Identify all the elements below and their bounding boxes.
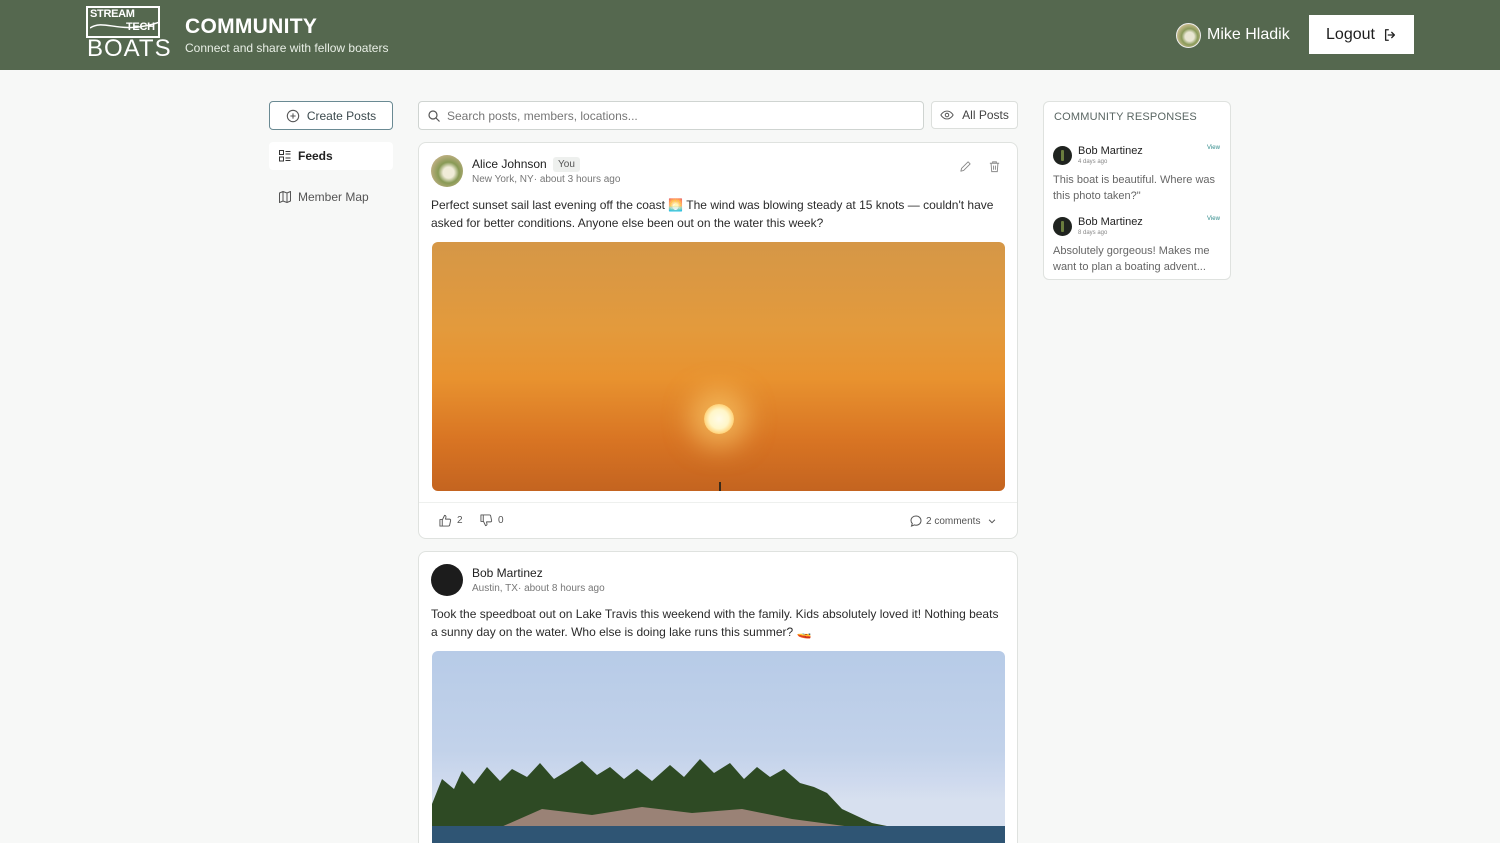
response-time: 4 days ago xyxy=(1078,159,1108,165)
page-title: COMMUNITY xyxy=(185,15,318,38)
top-header: STREAM TECH BOATS COMMUNITY Connect and … xyxy=(0,0,1500,70)
response-text: This boat is beautiful. Where was this p… xyxy=(1053,174,1216,202)
dislike-button[interactable]: 0 xyxy=(480,514,504,527)
sidebar-item-label: Member Map xyxy=(298,190,369,204)
author-avatar[interactable] xyxy=(431,155,463,187)
response-avatar xyxy=(1053,217,1072,236)
response-text: Absolutely gorgeous! Makes me want to pl… xyxy=(1053,245,1210,273)
post-image-lake[interactable] xyxy=(432,651,1005,843)
view-link[interactable]: View xyxy=(1207,145,1220,151)
user-avatar[interactable] xyxy=(1176,23,1201,48)
lake-water xyxy=(432,826,1005,843)
post-time: about 8 hours ago xyxy=(524,583,605,594)
sun-glow xyxy=(704,404,734,434)
all-posts-filter[interactable]: All Posts xyxy=(931,101,1018,129)
search-icon xyxy=(428,109,440,122)
response-author: Bob Martinez xyxy=(1078,216,1143,228)
list-icon xyxy=(279,150,291,162)
author-name[interactable]: Alice Johnson xyxy=(472,157,547,171)
create-posts-label: Create Posts xyxy=(306,108,377,123)
view-link[interactable]: View xyxy=(1207,216,1220,222)
thumbs-down-icon xyxy=(480,514,493,527)
logo-text-tech: TECH xyxy=(126,21,155,33)
comments-toggle[interactable]: 2 comments xyxy=(910,515,997,527)
eye-icon xyxy=(940,110,954,120)
logo-text-stream: STREAM xyxy=(90,8,135,20)
you-badge: You xyxy=(553,157,580,172)
sidebar-item-feeds[interactable]: Feeds xyxy=(269,142,393,170)
streamtech-boats-logo[interactable]: STREAM TECH BOATS xyxy=(86,6,171,61)
post-text: Perfect sunset sail last evening off the… xyxy=(431,198,994,230)
response-avatar xyxy=(1053,146,1072,165)
edit-icon[interactable] xyxy=(959,160,972,173)
post-image-sunset[interactable] xyxy=(432,242,1005,491)
like-button[interactable]: 2 xyxy=(439,514,463,527)
logo-text-boats: BOATS xyxy=(87,35,172,62)
post-location: Austin, TX xyxy=(472,583,518,594)
responses-title: COMMUNITY RESPONSES xyxy=(1054,111,1197,123)
sailboat-silhouette xyxy=(719,482,721,491)
logout-button[interactable]: Logout xyxy=(1309,15,1414,54)
all-posts-label: All Posts xyxy=(962,108,1009,122)
trash-icon[interactable] xyxy=(988,160,1001,173)
search-bar xyxy=(418,101,924,130)
chevron-down-icon xyxy=(989,519,996,524)
post-location: New York, NY xyxy=(472,174,534,185)
author-avatar[interactable] xyxy=(431,564,463,596)
post-meta: Austin, TX· about 8 hours ago xyxy=(472,583,605,594)
logout-icon xyxy=(1384,28,1395,41)
sidebar-item-member-map[interactable]: Member Map xyxy=(269,183,393,211)
post-time: about 3 hours ago xyxy=(539,174,621,185)
sidebar-item-label: Feeds xyxy=(298,149,333,163)
post-text: Took the speedboat out on Lake Travis th… xyxy=(431,607,999,639)
search-input[interactable] xyxy=(447,108,897,123)
page-subtitle: Connect and share with fellow boaters xyxy=(185,41,389,55)
plus-circle-icon xyxy=(286,109,300,122)
community-responses-panel: COMMUNITY RESPONSES Bob Martinez 4 days … xyxy=(1043,101,1231,280)
like-count: 2 xyxy=(457,515,463,526)
create-posts-button[interactable]: Create Posts xyxy=(269,101,393,130)
comment-icon xyxy=(910,515,922,527)
response-time: 8 days ago xyxy=(1078,230,1108,236)
user-name[interactable]: Mike Hladik xyxy=(1207,26,1290,44)
dislike-count: 0 xyxy=(498,515,504,526)
comments-count: 2 comments xyxy=(926,515,981,527)
post-card: Alice Johnson You New York, NY· about 3 … xyxy=(418,142,1018,539)
thumbs-up-icon xyxy=(439,514,452,527)
post-actions: 2 0 2 comments xyxy=(419,502,1017,538)
author-name[interactable]: Bob Martinez xyxy=(472,566,543,580)
post-card: Bob Martinez Austin, TX· about 8 hours a… xyxy=(418,551,1018,843)
map-icon xyxy=(279,191,291,203)
logout-label: Logout xyxy=(1326,25,1375,43)
post-meta: New York, NY· about 3 hours ago xyxy=(472,174,621,185)
response-author: Bob Martinez xyxy=(1078,145,1143,157)
